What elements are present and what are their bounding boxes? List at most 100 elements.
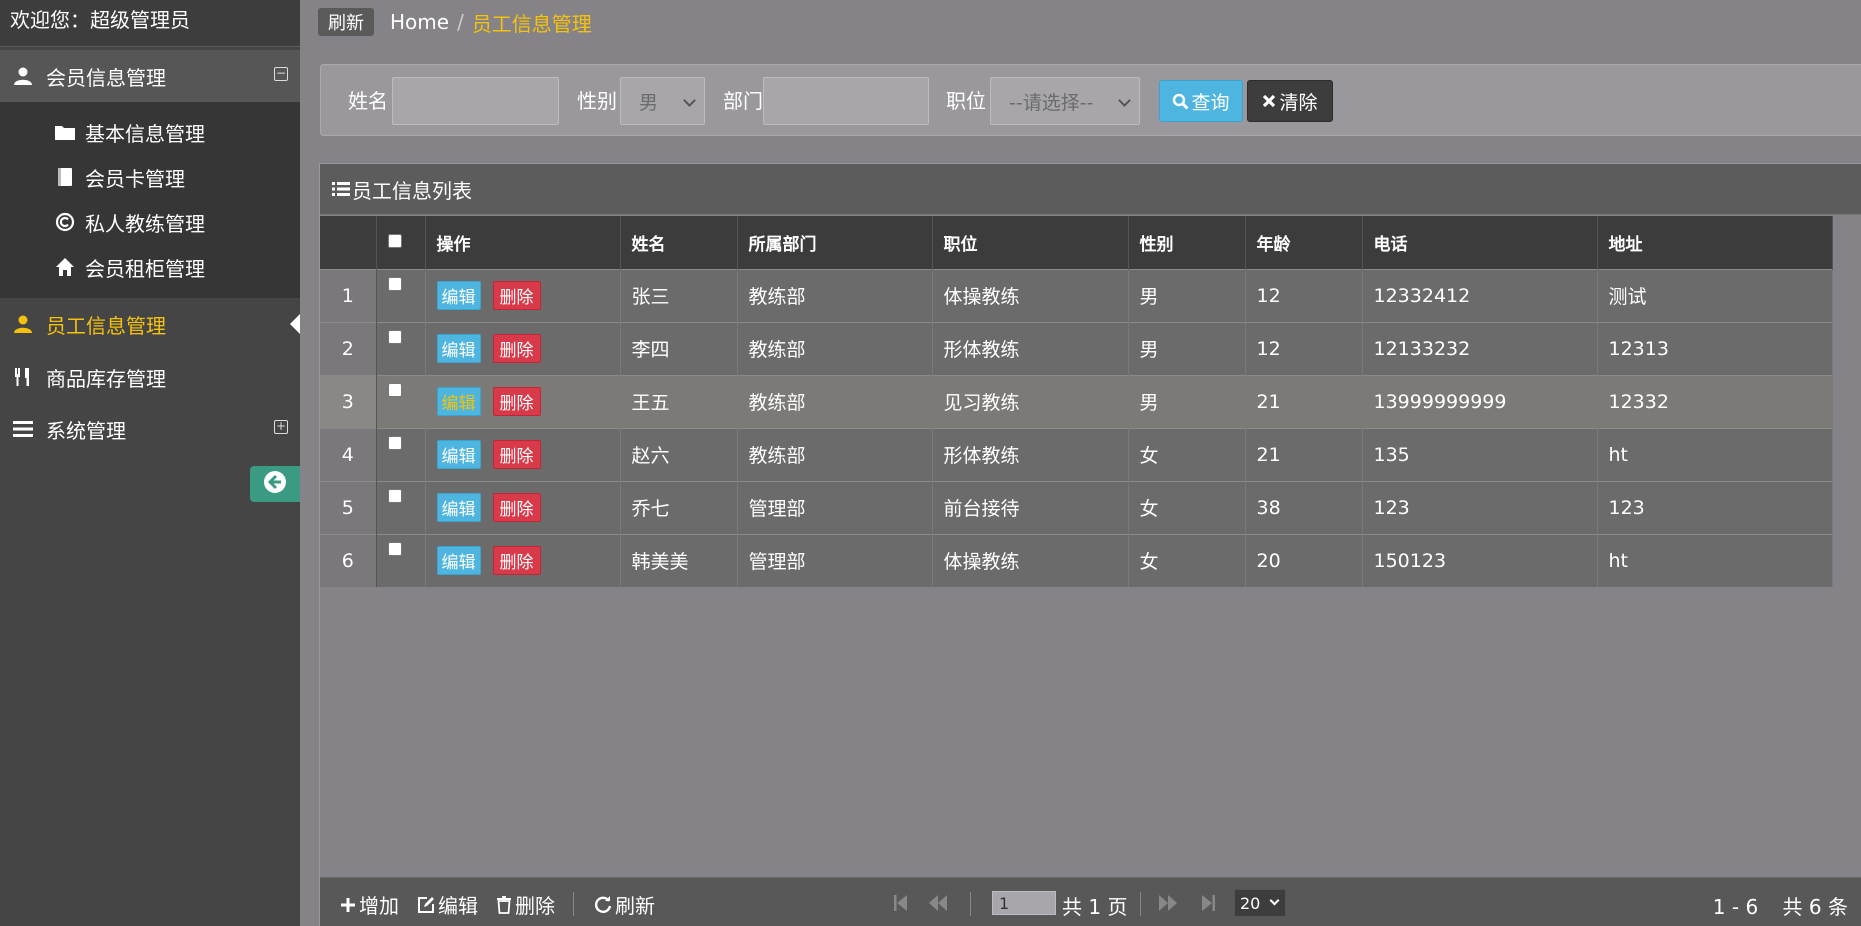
sidebar-collapse-button[interactable]	[250, 466, 300, 502]
sub-item-private-coach[interactable]: 私人教练管理	[55, 202, 205, 242]
row-checkbox[interactable]	[387, 541, 402, 556]
cell-position: 形体教练	[932, 321, 1129, 375]
row-delete-button[interactable]: 删除	[492, 546, 541, 576]
refresh-button[interactable]: 刷新	[594, 890, 655, 919]
cell-name: 李四	[620, 321, 738, 375]
cell-address: ht	[1597, 427, 1833, 481]
cell-position: 体操教练	[932, 533, 1129, 587]
page-size-select[interactable]: 20	[1234, 889, 1286, 917]
next-page-icon[interactable]	[1158, 894, 1178, 912]
first-page-icon[interactable]	[893, 894, 909, 912]
row-delete-button[interactable]: 删除	[492, 387, 541, 416]
clear-button-label: 清除	[1279, 91, 1318, 114]
breadcrumb-home-link[interactable]: Home	[390, 10, 449, 34]
table-row[interactable]: 5 编辑 删除 乔七 管理部 前台接待女 38 123 123	[320, 480, 1833, 534]
grid-panel: 员工信息列表 操作 姓名 所属部门 职位 性别 年龄 电话 地址 1 编辑 删除 张三…	[319, 163, 1861, 926]
table-row[interactable]: 4 编辑 删除 赵六 教练部 形体教练女 21 135 ht	[320, 427, 1833, 481]
sub-item-label: 会员租柜管理	[85, 256, 205, 281]
col-header: 姓名	[620, 216, 738, 269]
row-actions: 编辑 删除	[425, 374, 621, 428]
col-header: 职位	[932, 216, 1129, 269]
cell-address: 测试	[1597, 268, 1833, 322]
row-delete-button[interactable]: 删除	[492, 281, 541, 310]
cell-phone: 123	[1362, 480, 1598, 534]
cell-address: 123	[1597, 480, 1833, 534]
menu-system-label: 系统管理	[46, 418, 126, 443]
delete-button[interactable]: 删除	[496, 890, 555, 919]
menu-goods-stock[interactable]: 商品库存管理	[0, 351, 300, 403]
clear-button[interactable]: 清除	[1247, 80, 1333, 122]
col-header: 年龄	[1245, 216, 1363, 269]
sub-item-locker[interactable]: 会员租柜管理	[55, 247, 205, 287]
employee-table: 操作 姓名 所属部门 职位 性别 年龄 电话 地址 1 编辑 删除 张三 教练部 体操教练…	[320, 216, 1833, 587]
sub-item-member-card[interactable]: 会员卡管理	[55, 157, 185, 197]
menu-staff-label: 员工信息管理	[46, 313, 166, 338]
menu-system[interactable]: 系统管理 +	[0, 403, 300, 455]
pager-separator	[1140, 892, 1141, 916]
row-edit-button[interactable]: 编辑	[436, 334, 481, 363]
cell-phone: 13999999999	[1362, 374, 1598, 428]
query-button[interactable]: 查询	[1159, 80, 1243, 122]
dept-label: 部门	[723, 89, 763, 113]
select-all-checkbox[interactable]	[387, 234, 402, 249]
cell-gender: 男	[1128, 321, 1246, 375]
list-icon	[12, 418, 34, 440]
refresh-button-label: 刷新	[615, 894, 655, 918]
menu-member-info[interactable]: 会员信息管理 −	[0, 50, 300, 102]
cell-address: ht	[1597, 533, 1833, 587]
pager-info: 1 - 6 共 6 条	[1695, 891, 1848, 920]
table-row[interactable]: 6 编辑 删除 韩美美 管理部 体操教练女 20 150123 ht	[320, 533, 1833, 587]
last-page-icon[interactable]	[1200, 894, 1216, 912]
row-edit-button[interactable]: 编辑	[436, 281, 481, 310]
page-number-input[interactable]	[992, 891, 1056, 915]
gender-select-value: 男	[639, 91, 659, 114]
row-number: 5	[320, 480, 377, 534]
row-checkbox[interactable]	[387, 488, 402, 503]
gender-select[interactable]: 男	[620, 77, 705, 125]
gender-label: 性别	[577, 89, 617, 113]
row-edit-button[interactable]: 编辑	[436, 440, 481, 469]
row-checkbox[interactable]	[387, 435, 402, 450]
table-row[interactable]: 1 编辑 删除 张三 教练部 体操教练男 12 12332412 测试	[320, 268, 1833, 322]
edit-button[interactable]: 编辑	[417, 890, 478, 919]
cell-dept: 教练部	[737, 321, 933, 375]
cell-name: 张三	[620, 268, 738, 322]
menu-staff-info[interactable]: 员工信息管理	[0, 298, 300, 350]
list-icon	[332, 181, 350, 197]
sub-item-basic-info[interactable]: 基本信息管理	[55, 112, 205, 152]
position-select[interactable]: --请选择--	[990, 77, 1140, 125]
plus-icon	[340, 897, 356, 913]
collapse-minus-icon[interactable]: −	[274, 67, 288, 81]
row-delete-button[interactable]: 删除	[492, 334, 541, 363]
menu-goods-label: 商品库存管理	[46, 366, 166, 391]
refresh-icon	[594, 895, 612, 914]
breadcrumb: 刷新 Home / 员工信息管理	[318, 4, 592, 40]
prev-page-icon[interactable]	[928, 894, 948, 912]
row-delete-button[interactable]: 删除	[492, 493, 541, 522]
name-input[interactable]	[392, 77, 559, 125]
folder-icon	[55, 122, 75, 142]
row-checkbox[interactable]	[387, 382, 402, 397]
position-label: 职位	[946, 89, 986, 113]
dept-input[interactable]	[763, 77, 929, 125]
row-checkbox[interactable]	[387, 276, 402, 291]
cell-phone: 150123	[1362, 533, 1598, 587]
cell-gender: 男	[1128, 374, 1246, 428]
row-edit-button[interactable]: 编辑	[436, 387, 481, 416]
row-number: 4	[320, 427, 377, 481]
row-delete-button[interactable]: 删除	[492, 440, 541, 469]
cell-dept: 管理部	[737, 480, 933, 534]
add-button[interactable]: 增加	[340, 890, 399, 919]
table-row[interactable]: 3 编辑 删除 王五 教练部 见习教练男 21 13999999999 12332	[320, 374, 1833, 428]
cell-position: 体操教练	[932, 268, 1129, 322]
refresh-tab-button[interactable]: 刷新	[318, 8, 374, 36]
row-number: 3	[320, 374, 377, 428]
cell-name: 韩美美	[620, 533, 738, 587]
row-checkbox[interactable]	[387, 329, 402, 344]
row-edit-button[interactable]: 编辑	[436, 493, 481, 522]
expand-plus-icon[interactable]: +	[274, 420, 288, 434]
cell-name: 王五	[620, 374, 738, 428]
user-icon	[12, 65, 34, 87]
row-edit-button[interactable]: 编辑	[436, 546, 481, 576]
table-row[interactable]: 2 编辑 删除 李四 教练部 形体教练男 12 12133232 12313	[320, 321, 1833, 375]
